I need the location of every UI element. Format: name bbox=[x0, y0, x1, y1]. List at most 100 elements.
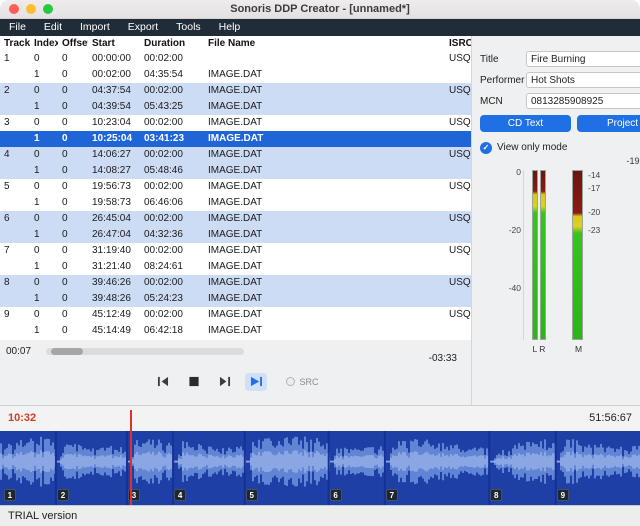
table-row[interactable]: 10000:00:0000:02:00USQ bbox=[0, 51, 471, 67]
menu-file[interactable]: File bbox=[0, 19, 35, 36]
next-track-button[interactable] bbox=[214, 373, 236, 391]
playhead-cursor[interactable] bbox=[130, 410, 132, 505]
column-header-start[interactable]: Start bbox=[88, 36, 140, 51]
cell-isrc bbox=[445, 131, 471, 147]
view-only-mode-checkbox[interactable]: View only mode bbox=[480, 141, 640, 154]
cell-offset: 0 bbox=[58, 131, 88, 147]
meter-scale-label: -20 bbox=[588, 207, 600, 217]
table-row[interactable]: 1014:08:2705:48:46IMAGE.DAT bbox=[0, 163, 471, 179]
cell-duration: 00:02:00 bbox=[140, 115, 204, 131]
cell-start: 19:58:73 bbox=[88, 195, 140, 211]
menubar: FileEditImportExportToolsHelp bbox=[0, 19, 640, 36]
position-slider[interactable] bbox=[46, 348, 244, 355]
track-marker-7[interactable]: 7 bbox=[386, 489, 398, 501]
track-marker-9[interactable]: 9 bbox=[557, 489, 569, 501]
cell-track: 9 bbox=[0, 307, 30, 323]
menu-edit[interactable]: Edit bbox=[35, 19, 71, 36]
close-button[interactable] bbox=[9, 4, 19, 14]
table-row[interactable]: 1039:48:2605:24:23IMAGE.DAT bbox=[0, 291, 471, 307]
table-row[interactable]: 20004:37:5400:02:00IMAGE.DATUSQ bbox=[0, 83, 471, 99]
table-row[interactable]: 1004:39:5405:43:25IMAGE.DAT bbox=[0, 99, 471, 115]
menu-import[interactable]: Import bbox=[71, 19, 119, 36]
cell-offset: 0 bbox=[58, 243, 88, 259]
track-marker-2[interactable]: 2 bbox=[57, 489, 69, 501]
cell-offset: 0 bbox=[58, 83, 88, 99]
field-input-mcn[interactable] bbox=[526, 93, 640, 109]
cell-file: IMAGE.DAT bbox=[204, 195, 445, 211]
table-row[interactable]: 1031:21:4008:24:61IMAGE.DAT bbox=[0, 259, 471, 275]
cd-text-button[interactable]: CD Text bbox=[480, 115, 571, 132]
table-row[interactable]: 80039:46:2600:02:00IMAGE.DATUSQ bbox=[0, 275, 471, 291]
column-header-offset[interactable]: Offset bbox=[58, 36, 88, 51]
cell-duration: 05:43:25 bbox=[140, 99, 204, 115]
track-marker-6[interactable]: 6 bbox=[330, 489, 342, 501]
cell-start: 00:00:00 bbox=[88, 51, 140, 67]
table-row[interactable]: 30010:23:0400:02:00IMAGE.DATUSQ bbox=[0, 115, 471, 131]
cell-file: IMAGE.DAT bbox=[204, 67, 445, 83]
position-slider-thumb[interactable] bbox=[51, 348, 83, 355]
table-row[interactable]: 1000:02:0004:35:54IMAGE.DAT bbox=[0, 67, 471, 83]
cell-start: 26:47:04 bbox=[88, 227, 140, 243]
cell-isrc: USQ bbox=[445, 147, 471, 163]
cell-file: IMAGE.DAT bbox=[204, 147, 445, 163]
statusbar: TRIAL version bbox=[0, 505, 640, 526]
table-row[interactable]: 1045:14:4906:42:18IMAGE.DAT bbox=[0, 323, 471, 339]
table-row[interactable]: 70031:19:4000:02:00IMAGE.DATUSQ bbox=[0, 243, 471, 259]
column-header-isrc[interactable]: ISRC bbox=[445, 36, 471, 51]
table-row[interactable]: 1026:47:0404:32:36IMAGE.DAT bbox=[0, 227, 471, 243]
waveform-display[interactable]: 123456789 bbox=[0, 431, 640, 505]
cell-file: IMAGE.DAT bbox=[204, 211, 445, 227]
table-row[interactable]: 1010:25:0403:41:23IMAGE.DAT bbox=[0, 131, 471, 147]
column-header-track[interactable]: Track bbox=[0, 36, 30, 51]
column-header-file-name[interactable]: File Name bbox=[204, 36, 445, 51]
cell-file bbox=[204, 51, 445, 67]
table-row[interactable]: 50019:56:7300:02:00IMAGE.DATUSQ bbox=[0, 179, 471, 195]
cell-duration: 00:02:00 bbox=[140, 211, 204, 227]
cell-duration: 04:35:54 bbox=[140, 67, 204, 83]
stop-button[interactable] bbox=[183, 373, 205, 391]
track-marker-5[interactable]: 5 bbox=[246, 489, 258, 501]
checkbox-checked-icon[interactable] bbox=[480, 142, 492, 154]
track-marker-1[interactable]: 1 bbox=[4, 489, 16, 501]
menu-export[interactable]: Export bbox=[119, 19, 167, 36]
cell-track bbox=[0, 227, 30, 243]
cell-index: 1 bbox=[30, 195, 58, 211]
cell-start: 26:45:04 bbox=[88, 211, 140, 227]
cell-start: 45:12:49 bbox=[88, 307, 140, 323]
previous-track-button[interactable] bbox=[152, 373, 174, 391]
cell-duration: 06:42:18 bbox=[140, 323, 204, 339]
track-marker-8[interactable]: 8 bbox=[490, 489, 502, 501]
table-row[interactable]: 60026:45:0400:02:00IMAGE.DATUSQ bbox=[0, 211, 471, 227]
cell-file: IMAGE.DAT bbox=[204, 179, 445, 195]
src-indicator: SRC bbox=[286, 377, 318, 387]
project-button[interactable]: Project bbox=[577, 115, 640, 132]
mono-meter-bar bbox=[572, 170, 583, 340]
cell-track bbox=[0, 131, 30, 147]
level-meters: -19.6 (I) 0-20-40 -14-17-20-23 L R M bbox=[480, 156, 640, 376]
cell-index: 1 bbox=[30, 131, 58, 147]
column-header-duration[interactable]: Duration bbox=[140, 36, 204, 51]
table-row[interactable]: 1019:58:7306:46:06IMAGE.DAT bbox=[0, 195, 471, 211]
track-marker-4[interactable]: 4 bbox=[174, 489, 186, 501]
menu-help[interactable]: Help bbox=[210, 19, 250, 36]
cell-offset: 0 bbox=[58, 291, 88, 307]
cell-index: 0 bbox=[30, 83, 58, 99]
cell-file: IMAGE.DAT bbox=[204, 131, 445, 147]
meter-scale-right: -14-17-20-23 bbox=[588, 170, 620, 340]
play-button[interactable] bbox=[245, 373, 267, 391]
field-label-mcn: MCN bbox=[480, 96, 526, 107]
waveform-ruler: 10:32 51:56:67 bbox=[0, 406, 640, 431]
table-row[interactable]: 90045:12:4900:02:00IMAGE.DATUSQ bbox=[0, 307, 471, 323]
cell-isrc bbox=[445, 163, 471, 179]
minimize-button[interactable] bbox=[26, 4, 36, 14]
field-input-performer[interactable] bbox=[526, 72, 640, 88]
column-header-index[interactable]: Index bbox=[30, 36, 58, 51]
cell-track: 2 bbox=[0, 83, 30, 99]
field-input-title[interactable] bbox=[526, 51, 640, 67]
cell-track: 6 bbox=[0, 211, 30, 227]
zoom-button[interactable] bbox=[43, 4, 53, 14]
view-only-mode-label: View only mode bbox=[497, 142, 567, 153]
menu-tools[interactable]: Tools bbox=[167, 19, 210, 36]
table-row[interactable]: 40014:06:2700:02:00IMAGE.DATUSQ bbox=[0, 147, 471, 163]
previous-track-icon bbox=[156, 376, 170, 387]
